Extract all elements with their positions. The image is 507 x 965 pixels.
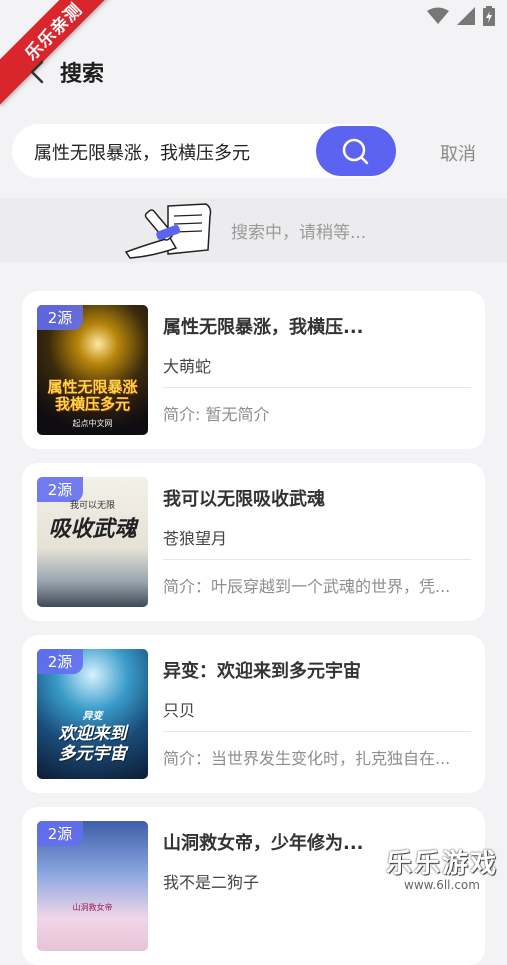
book-intro: 简介：叶辰穿越到一个武魂的世界，凭... (163, 577, 451, 596)
source-badge: 2源 (37, 477, 83, 502)
search-icon (342, 138, 369, 165)
book-author: 苍狼望月 (163, 529, 228, 548)
source-badge: 2源 (37, 649, 83, 674)
book-cover: 2源 山洞救女帝 (37, 821, 148, 951)
book-intro: 简介：当世界发生变化时，扎克独自在... (163, 749, 451, 768)
book-title: 属性无限暴涨，我横压... (163, 317, 364, 338)
result-card[interactable]: 2源 属性无限暴涨 我横压多元 起点中文网 属性无限暴涨，我横压... 大萌蛇 简… (22, 291, 485, 449)
cancel-button[interactable]: 取消 (440, 140, 476, 166)
loading-text: 搜索中，请稍等... (231, 223, 367, 243)
result-card[interactable]: 2源 异变 欢迎来到 多元宇宙 异变：欢迎来到多元宇宙 只贝 简介：当世界发生变化… (22, 635, 485, 793)
watermark-url: www.6ll.com (404, 878, 480, 892)
signal-icon (457, 7, 475, 25)
book-author: 大萌蛇 (163, 357, 212, 376)
cover-title: 属性无限暴涨 我横压多元 (47, 378, 138, 414)
cover-subtitle: 我可以无限 (69, 501, 115, 511)
book-cover: 2源 异变 欢迎来到 多元宇宙 (37, 649, 148, 779)
writing-illustration-icon (124, 203, 212, 259)
header: 搜索 (0, 44, 507, 100)
cover-title: 吸收武魂 (48, 517, 137, 542)
loading-bar: 搜索中，请稍等... (0, 198, 507, 262)
page-title: 搜索 (60, 62, 105, 87)
book-cover: 2源 我可以无限 吸收武魂 (37, 477, 148, 607)
cover-title: 欢迎来到 多元宇宙 (58, 724, 127, 764)
status-icons (427, 6, 495, 26)
cover-publisher: 起点中文网 (72, 419, 113, 428)
watermark-text: 乐乐游戏 (385, 849, 498, 879)
battery-icon (483, 6, 495, 26)
book-title: 异变：欢迎来到多元宇宙 (163, 661, 361, 682)
book-cover: 2源 属性无限暴涨 我横压多元 起点中文网 (37, 305, 148, 435)
source-badge: 2源 (37, 821, 83, 846)
search-input-value: 属性无限暴涨，我横压多元 (34, 143, 250, 164)
divider (163, 559, 471, 560)
result-card[interactable]: 2源 我可以无限 吸收武魂 我可以无限吸收武魂 苍狼望月 简介：叶辰穿越到一个武… (22, 463, 485, 621)
wifi-icon (427, 7, 449, 24)
book-author: 只贝 (163, 701, 196, 720)
cover-subtitle: 异变 (82, 711, 103, 722)
search-button[interactable] (316, 126, 396, 176)
book-intro: 简介: 暂无简介 (163, 405, 270, 424)
divider (163, 387, 471, 388)
cover-subtitle: 山洞救女帝 (72, 903, 113, 912)
search-row: 属性无限暴涨，我横压多元 取消 (12, 124, 495, 178)
search-input[interactable]: 属性无限暴涨，我横压多元 (12, 124, 396, 178)
source-badge: 2源 (37, 305, 83, 330)
chevron-left-icon[interactable] (26, 58, 50, 86)
book-title: 我可以无限吸收武魂 (163, 489, 325, 510)
book-author: 我不是二狗子 (163, 873, 260, 892)
watermark-logo: 乐乐游戏 www.6ll.com (383, 843, 501, 899)
divider (163, 731, 471, 732)
